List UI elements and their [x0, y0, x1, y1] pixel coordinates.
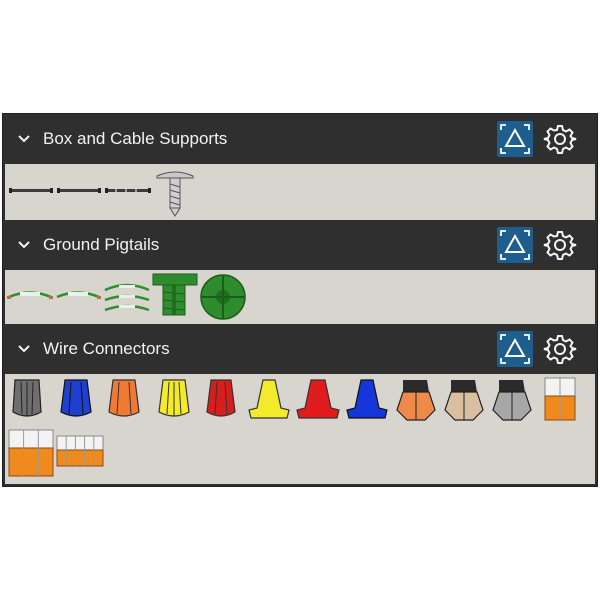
- wire-nut-gray-black[interactable]: [492, 380, 532, 421]
- toolbox-panel: Box and Cable Supports Ground Pigtails W…: [2, 113, 598, 487]
- ground-pigtail-1[interactable]: [7, 291, 53, 299]
- settings-button[interactable]: [543, 228, 577, 262]
- lever-connector-5[interactable]: [56, 435, 104, 467]
- section-wire-connectors: Wire Connectors: [3, 324, 597, 486]
- gear-icon: [543, 125, 577, 154]
- wire-nut-tan-black[interactable]: [444, 380, 484, 421]
- wire-nut-yellow-winged[interactable]: [248, 379, 290, 419]
- wire-nut-orange[interactable]: [108, 379, 140, 417]
- gear-icon: [543, 335, 577, 364]
- section-title: Box and Cable Supports: [43, 129, 228, 148]
- item-tray: [5, 270, 595, 324]
- wire-nut-red[interactable]: [206, 379, 236, 417]
- section-title: Ground Pigtails: [43, 235, 160, 254]
- fit-to-view-icon: [500, 124, 530, 154]
- section-header[interactable]: Wire Connectors: [3, 324, 597, 374]
- wire-nut-yellow[interactable]: [158, 379, 190, 417]
- section-box-and-cable-supports: Box and Cable Supports: [3, 114, 597, 220]
- cable-support-bar-2[interactable]: [57, 188, 101, 193]
- wire-nut-blue-winged[interactable]: [346, 379, 388, 419]
- lever-connector-2[interactable]: [544, 377, 576, 421]
- gear-icon: [543, 231, 577, 260]
- fit-to-view-icon: [500, 230, 530, 260]
- cable-support-bar-3[interactable]: [105, 188, 151, 193]
- ground-pigtail-2[interactable]: [56, 291, 101, 299]
- fit-to-view-button[interactable]: [497, 121, 533, 157]
- cable-support-bar-1[interactable]: [9, 188, 53, 193]
- section-ground-pigtails: Ground Pigtails: [3, 220, 597, 324]
- chevron-down-icon[interactable]: [17, 238, 31, 252]
- wire-nut-blue[interactable]: [60, 379, 92, 417]
- section-title: Wire Connectors: [43, 339, 170, 358]
- item-tray: [5, 164, 595, 220]
- settings-button[interactable]: [543, 122, 577, 156]
- chevron-down-icon[interactable]: [17, 342, 31, 356]
- support-screw[interactable]: [156, 171, 194, 217]
- wire-nut-red-winged[interactable]: [296, 379, 340, 419]
- settings-button[interactable]: [543, 332, 577, 366]
- fit-to-view-button[interactable]: [497, 227, 533, 263]
- lever-connector-3[interactable]: [8, 429, 54, 477]
- item-tray: [5, 374, 595, 484]
- green-ground-clip[interactable]: [152, 273, 198, 316]
- wire-nut-orange-black[interactable]: [396, 380, 436, 421]
- fit-to-view-icon: [500, 334, 530, 364]
- section-header[interactable]: Box and Cable Supports: [3, 114, 597, 164]
- section-header[interactable]: Ground Pigtails: [3, 220, 597, 270]
- wire-nut-gray[interactable]: [12, 379, 42, 417]
- fit-to-view-button[interactable]: [497, 331, 533, 367]
- chevron-down-icon[interactable]: [17, 132, 31, 146]
- ground-pigtail-3[interactable]: [104, 283, 150, 312]
- green-ground-disc[interactable]: [200, 274, 246, 320]
